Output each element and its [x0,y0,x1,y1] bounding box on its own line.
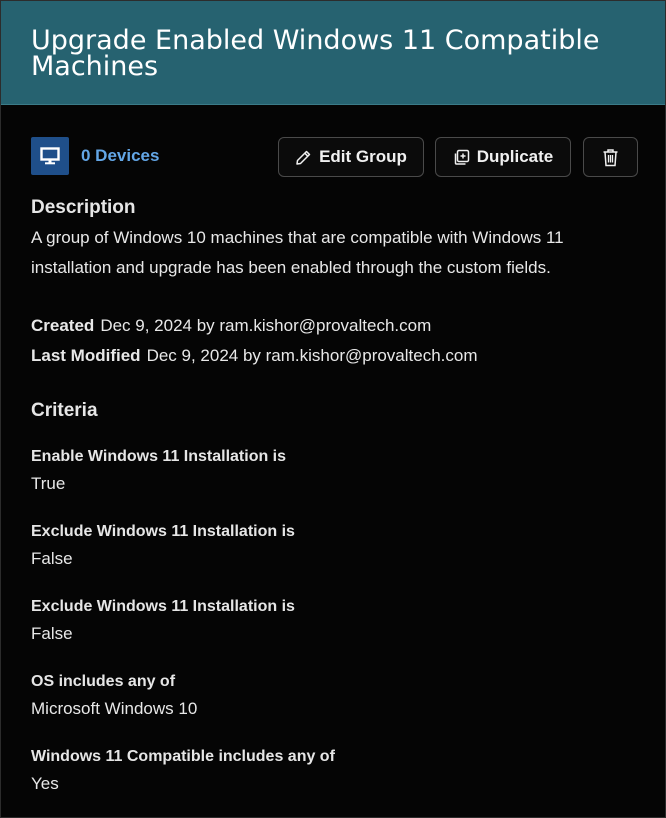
duplicate-label: Duplicate [476,147,554,166]
criterion-item: Exclude Windows 11 Installation is False [31,593,635,647]
duplicate-button[interactable]: Duplicate [435,137,571,177]
criterion-value: True [31,474,66,493]
edit-group-label: Edit Group [319,147,407,166]
description-heading: Description [31,197,136,218]
criterion-item: OS includes any of Microsoft Windows 10 [31,668,635,722]
edit-group-button[interactable]: Edit Group [278,137,424,177]
criterion-item: Enable Windows 11 Installation is True [31,443,635,497]
modified-row: Last Modified Dec 9, 2024 by ram.kishor@p… [31,341,635,371]
group-content: Description A group of Windows 10 machin… [1,196,665,797]
criterion-value: False [31,624,73,643]
group-meta: Created Dec 9, 2024 by ram.kishor@provalt… [31,311,635,371]
criterion-value: Microsoft Windows 10 [31,699,198,718]
criteria-heading: Criteria [31,400,98,421]
criterion-label: Enable Windows 11 Installation is [31,448,287,465]
group-details-panel: Upgrade Enabled Windows 11 Compatible Ma… [0,0,666,818]
pencil-icon [295,149,312,166]
criterion-label: Windows 11 Compatible includes any of [31,748,335,765]
description-text: A group of Windows 10 machines that are … [31,228,564,277]
created-label: Created [31,316,95,335]
panel-header: Upgrade Enabled Windows 11 Compatible Ma… [1,1,665,105]
duplicate-icon [453,149,470,166]
criterion-value: Yes [31,774,59,793]
criterion-item: Windows 11 Compatible includes any of Ye… [31,743,635,797]
group-toolbar: 0 Devices Edit Group Duplicate [1,137,665,197]
created-value: Dec 9, 2024 by ram.kishor@provaltech.com [100,316,432,335]
page-title: Upgrade Enabled Windows 11 Compatible Ma… [31,25,600,82]
device-count-link[interactable]: 0 Devices [81,146,159,166]
criterion-label: Exclude Windows 11 Installation is [31,523,295,540]
criterion-label: OS includes any of [31,673,176,690]
trash-icon [602,148,619,167]
criterion-label: Exclude Windows 11 Installation is [31,598,295,615]
criterion-value: False [31,549,73,568]
delete-button[interactable] [583,137,638,177]
modified-label: Last Modified [31,346,141,365]
modified-value: Dec 9, 2024 by ram.kishor@provaltech.com [146,346,478,365]
created-row: Created Dec 9, 2024 by ram.kishor@provalt… [31,311,635,341]
monitor-icon [31,137,69,175]
criteria-list: Enable Windows 11 Installation is True E… [31,443,635,797]
criterion-item: Exclude Windows 11 Installation is False [31,518,635,572]
